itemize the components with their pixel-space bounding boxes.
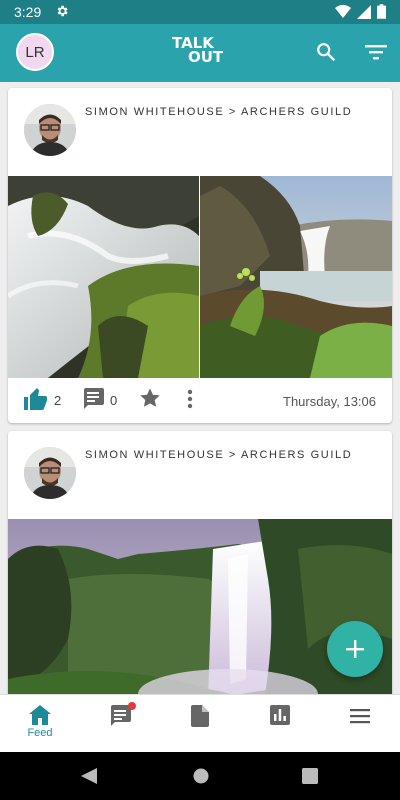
comment-action[interactable]: 0 [82, 388, 117, 410]
system-navigation-bar [0, 752, 400, 800]
document-icon [191, 705, 209, 727]
post-date: Thursday, 13:06 [283, 394, 376, 409]
gear-icon [55, 4, 69, 23]
hamburger-menu-icon [350, 709, 370, 724]
more-options-action[interactable] [186, 389, 194, 409]
star-icon[interactable] [139, 387, 161, 409]
comment-count: 0 [110, 393, 118, 408]
talkout-logo: TALK OUT [172, 36, 224, 66]
post-author-path[interactable]: SIMON WHITEHOUSE > ARCHERS GUILD [85, 449, 352, 461]
battery-icon [377, 4, 386, 19]
messages-icon-wrap [109, 702, 136, 732]
back-icon[interactable] [81, 768, 97, 784]
nav-feed-label: Feed [27, 727, 53, 739]
chat-icon [111, 705, 131, 726]
signal-icon [357, 4, 371, 19]
status-time: 3:29 [14, 4, 42, 20]
home-button-icon[interactable] [193, 768, 209, 784]
post-header: SIMON WHITEHOUSE > ARCHERS GUILD [8, 88, 392, 176]
post-card: SIMON WHITEHOUSE > ARCHERS GUILD [8, 88, 392, 423]
post-header: SIMON WHITEHOUSE > ARCHERS GUILD [8, 431, 392, 519]
waterfall-photo-2[interactable] [200, 176, 392, 378]
logo-line-2: OUT [188, 48, 224, 66]
status-bar: 3:29 [0, 0, 400, 24]
search-icon[interactable] [315, 41, 337, 68]
comment-icon[interactable] [82, 388, 104, 410]
nav-documents[interactable] [160, 695, 240, 753]
like-count: 2 [54, 393, 62, 408]
post-actions: 2 0 Thursday, 13:06 [8, 378, 392, 422]
more-vert-icon[interactable] [186, 389, 194, 409]
post-author-path[interactable]: SIMON WHITEHOUSE > ARCHERS GUILD [85, 106, 352, 118]
wifi-icon [335, 4, 351, 18]
notification-badge [128, 702, 136, 710]
nav-menu[interactable] [320, 695, 400, 753]
filter-icon[interactable] [365, 43, 387, 66]
nav-messages[interactable] [80, 695, 160, 753]
plus-icon [346, 640, 364, 658]
bar-chart-icon [270, 705, 290, 725]
user-avatar[interactable]: LR [16, 33, 54, 71]
favorite-action[interactable] [139, 387, 161, 409]
author-avatar[interactable] [24, 104, 76, 156]
thumbs-up-icon[interactable] [24, 388, 48, 410]
nav-stats[interactable] [240, 695, 320, 753]
waterfall-photo-1[interactable] [8, 176, 199, 378]
recents-icon[interactable] [302, 768, 318, 784]
status-icons [335, 4, 386, 19]
feed[interactable]: SIMON WHITEHOUSE > ARCHERS GUILD 2 0 Thu… [0, 82, 400, 694]
app-bar: LR TALK OUT [0, 24, 400, 82]
like-action[interactable]: 2 [24, 388, 61, 410]
home-icon [29, 705, 51, 725]
bottom-navigation: Feed [0, 694, 400, 753]
create-post-button[interactable] [327, 621, 383, 677]
nav-feed[interactable]: Feed [0, 695, 80, 753]
author-avatar[interactable] [24, 447, 76, 499]
post-images [8, 176, 392, 378]
avatar-initials: LR [25, 43, 45, 61]
